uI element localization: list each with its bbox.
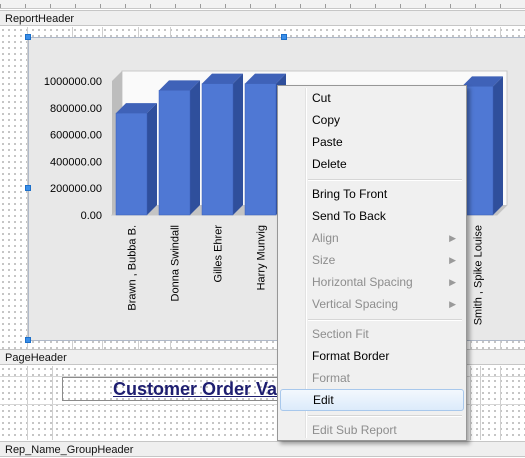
menu-item-edit[interactable]: Edit [280,389,464,411]
menu-item-format-border[interactable]: Format Border [280,345,464,367]
menu-item-paste[interactable]: Paste [280,131,464,153]
menu-item-align[interactable]: Align ▶ [280,227,464,249]
x-tick-label: Harry Munvig [256,225,268,290]
horizontal-ruler [0,0,525,9]
report-title-text: Customer Order Va [113,379,278,399]
report-header-label: ReportHeader [5,13,75,25]
bar [115,112,148,216]
group-header-label: Rep_Name_GroupHeader [5,444,134,456]
bar-side [233,73,243,216]
y-tick-label: 200000.00 [50,183,102,195]
resize-handle-middle-left[interactable] [25,185,31,191]
x-tick-label: Gilles Ehrer [213,225,225,283]
bar [158,90,191,216]
y-tick-label: 800000.00 [50,103,102,115]
resize-handle-bottom-left[interactable] [25,337,31,343]
menu-item-horizontal-spacing[interactable]: Horizontal Spacing ▶ [280,271,464,293]
bar [244,83,277,216]
resize-handle-top-left[interactable] [25,34,31,40]
menu-item-cut[interactable]: Cut [280,87,464,109]
x-tick-label: Brawn , Bubba B. [127,225,139,311]
bar [201,83,234,216]
menu-item-copy[interactable]: Copy [280,109,464,131]
y-tick-label: 400000.00 [50,156,102,168]
menu-item-edit-sub-report[interactable]: Edit Sub Report [280,419,464,441]
y-tick-label: 600000.00 [50,130,102,142]
submenu-arrow-icon: ▶ [449,255,456,265]
submenu-arrow-icon: ▶ [449,299,456,309]
submenu-arrow-icon: ▶ [449,277,456,287]
y-tick-label: 1000000.00 [44,76,102,88]
group-header-band-bar[interactable]: Rep_Name_GroupHeader [0,441,525,457]
menu-item-size[interactable]: Size ▶ [280,249,464,271]
y-tick-label: 0.00 [81,210,102,222]
x-tick-label: Donna Swindall [170,225,182,301]
menu-separator [308,179,462,181]
report-header-band-bar[interactable]: ReportHeader [0,10,525,26]
context-menu: Cut Copy Paste Delete Bring To Front Sen… [277,85,467,441]
menu-item-format[interactable]: Format [280,367,464,389]
bar-side [493,76,503,215]
bar-side [190,80,200,215]
bar-side [147,103,157,215]
menu-item-send-to-back[interactable]: Send To Back [280,205,464,227]
x-tick-label: Smith , Spike Louise [473,225,485,325]
menu-separator [308,415,462,417]
menu-item-section-fit[interactable]: Section Fit [280,323,464,345]
menu-item-bring-to-front[interactable]: Bring To Front [280,183,464,205]
title-textbox[interactable]: Customer Order Va [62,377,292,401]
resize-handle-top-middle[interactable] [281,34,287,40]
page-header-label: PageHeader [5,352,67,364]
menu-item-vertical-spacing[interactable]: Vertical Spacing ▶ [280,293,464,315]
menu-item-delete[interactable]: Delete [280,153,464,175]
menu-separator [308,319,462,321]
submenu-arrow-icon: ▶ [449,233,456,243]
